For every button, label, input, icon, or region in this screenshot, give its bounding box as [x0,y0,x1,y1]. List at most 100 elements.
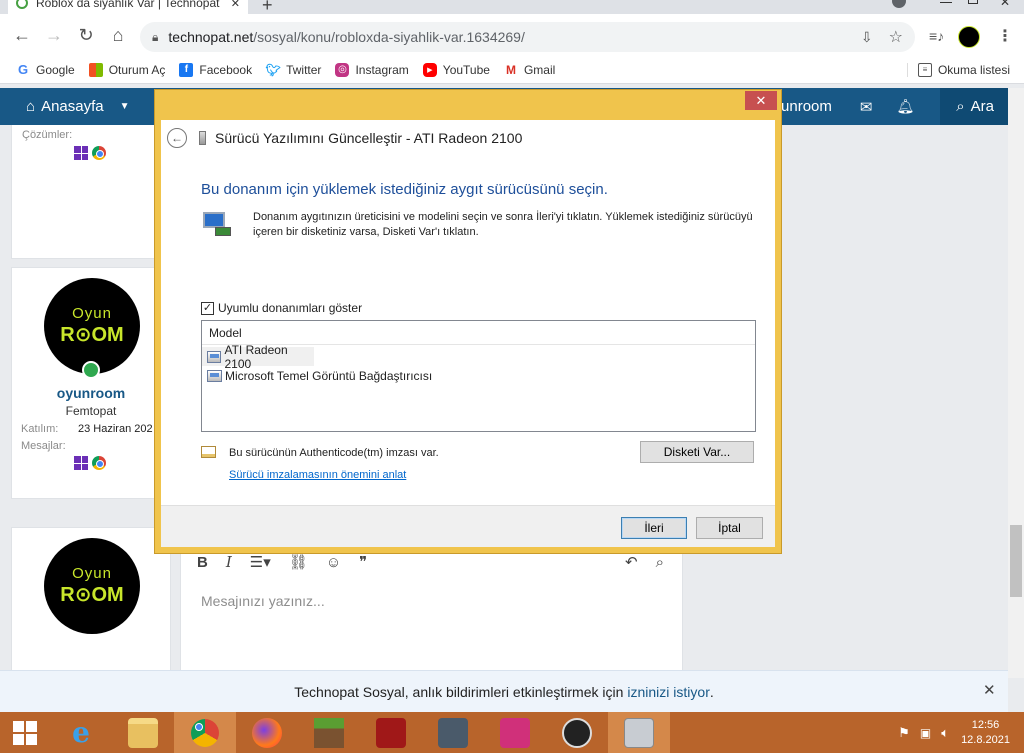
tab-close-icon[interactable]: ✕ [231,0,240,10]
tab-title: Roblox da siyahlık Var | Technopat [36,0,220,10]
browser-tab[interactable]: Roblox da siyahlık Var | Technopat ✕ [8,0,248,14]
taskbar-minecraft[interactable] [298,712,360,753]
back-arrow-icon[interactable]: ← [167,127,187,148]
online-status-icon [82,361,100,379]
cancel-button[interactable]: İptal [696,517,763,539]
reply-sidebar: Oyun R⊙OM [11,527,171,673]
menu-kebab-icon[interactable]: ⋮ [997,26,1013,46]
update-driver-dialog: ✕ ← Sürücü Yazılımını Güncelleştir - ATI… [154,89,782,554]
notification-text: Technopat Sosyal, anlık bildirimleri etk… [294,683,624,700]
bookmark-label: Instagram [355,62,409,77]
list-header[interactable]: Model [202,321,755,345]
device-manager-icon [624,717,654,748]
bookmark-google[interactable]: G Google [16,62,75,77]
reading-list[interactable]: ≡ Okuma listesi [906,62,1010,77]
firefox-icon [252,717,282,748]
wwe-game-icon [376,717,406,748]
taskbar-explorer[interactable] [112,712,174,753]
back-icon[interactable]: ← [6,19,38,51]
bookmark-label: Facebook [199,62,253,77]
forward-icon[interactable]: → [38,19,70,51]
close-icon[interactable]: ✕ [983,681,996,699]
os-icons [74,456,106,470]
search-icon: ⌕ [956,98,965,115]
flag-icon[interactable]: ⚑ [898,725,910,741]
media-control-icon[interactable]: ≡♪ [929,28,944,44]
list-item[interactable]: Microsoft Temel Görüntü Bağdaştırıcısı [202,366,755,385]
reading-list-label: Okuma listesi [937,62,1010,77]
next-button[interactable]: İleri [621,517,687,539]
list-icon[interactable]: ☰▾ [250,553,271,571]
taskbar-firefox[interactable] [236,712,298,753]
bookmark-facebook[interactable]: f Facebook [179,62,253,77]
notification-link[interactable]: izninizi istiyor [627,684,709,700]
scrollbar-thumb[interactable] [1010,525,1022,597]
undo-icon[interactable]: ↶ [625,553,638,571]
link-icon[interactable]: ⛓ [289,553,308,571]
url-host: technopat.net [168,29,254,45]
bell-icon[interactable]: 🔔︎ [896,98,914,115]
taskbar-ie[interactable]: e [50,712,112,753]
messages-label: Mesajlar: [21,440,66,452]
compatible-checkbox-row[interactable]: ✓ Uyumlu donanımları göster [201,301,362,315]
window-close-icon[interactable]: ✕ [1000,0,1010,9]
quote-icon[interactable]: ❞ [359,553,367,571]
maximize-icon[interactable] [968,0,978,4]
username-link[interactable]: oyunroom [12,385,170,401]
taskbar-device-manager[interactable] [608,712,670,753]
bookmark-star-icon[interactable]: ☆ [889,27,903,47]
nav-search[interactable]: ⌕ Ara [940,88,1010,125]
checkbox-checked-icon[interactable]: ✓ [201,301,214,315]
signature-text: Bu sürücünün Authenticode(tm) imzası var… [229,447,439,459]
mail-icon[interactable]: ✉ [860,98,873,116]
start-button[interactable] [0,712,50,753]
avatar[interactable]: Oyun R⊙OM [44,538,140,634]
list-item[interactable]: ATI Radeon 2100 [202,343,314,371]
smiley-icon[interactable]: ☺ [326,554,341,571]
driver-icon [207,350,222,363]
bookmark-youtube[interactable]: ▶ YouTube [422,62,490,77]
minimize-icon[interactable] [940,2,952,3]
bookmark-gmail[interactable]: M Gmail [504,63,555,77]
avatar-text: Oyun [72,565,112,582]
avatar-text: R⊙OM [60,584,124,606]
home-icon[interactable]: ⌂ [102,19,134,51]
editor-placeholder[interactable]: Mesajınızı yazınız... [201,593,325,609]
signature-link[interactable]: Sürücü imzalamasının önemini anlat [229,469,406,481]
avatar[interactable]: Oyun R⊙OM [44,278,140,374]
taskbar-app-pink[interactable] [484,712,546,753]
volume-icon[interactable]: 🔈︎ [941,725,949,741]
preview-icon[interactable]: ⌕ [656,554,664,571]
bookmark-label: Gmail [523,62,556,77]
device-icon [199,130,206,145]
taskbar-chrome[interactable] [174,712,236,753]
nav-home[interactable]: ⌂ Anasayfa ▼ [26,98,130,115]
clock[interactable]: 12:56 12.8.2021 [961,718,1010,748]
bookmark-instagram[interactable]: ◎ Instagram [335,62,409,77]
dialog-close-button[interactable]: ✕ [745,91,777,110]
url-path: /sosyal/konu/robloxda-siyahlik-var.16342… [253,29,525,45]
google-icon: G [17,62,29,77]
italic-icon[interactable]: I [226,553,232,571]
have-disk-button[interactable]: Disketi Var... [640,441,754,463]
profile-avatar[interactable] [958,26,980,48]
bookmark-twitter[interactable]: 🐦︎ Twitter [265,63,321,77]
lock-icon[interactable]: 🔒︎ [152,30,158,45]
reload-icon[interactable]: ↻ [70,19,102,51]
os-icons [74,146,106,160]
taskbar-app-round[interactable] [546,712,608,753]
facebook-icon: f [179,62,194,77]
dialog-heading: Bu donanım için yüklemek istediğiniz ayg… [201,181,608,198]
network-icon[interactable]: ▣ [920,726,931,740]
tab-search-icon[interactable] [892,0,906,8]
model-list[interactable]: Model ATI Radeon 2100 Microsoft Temel Gö… [201,320,756,432]
install-icon[interactable]: ⇩ [861,29,873,46]
bold-icon[interactable]: B [197,554,208,571]
taskbar-racing[interactable] [422,712,484,753]
microsoft-icon [88,62,103,77]
address-bar[interactable]: 🔒︎ technopat.net /sosyal/konu/robloxda-s… [140,22,915,52]
bookmark-oturum-ac[interactable]: Oturum Aç [88,62,165,77]
taskbar-wwe[interactable] [360,712,422,753]
bookmarks-bar: G Google Oturum Aç f Facebook 🐦︎ Twitter… [0,56,1024,84]
round-app-icon [562,717,592,748]
